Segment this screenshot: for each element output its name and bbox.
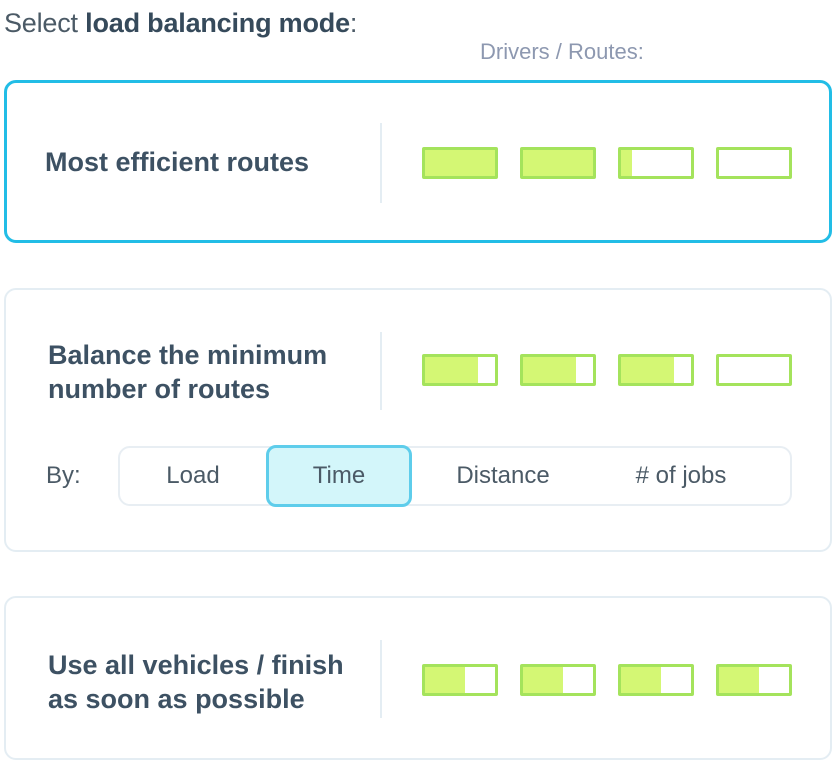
route-bar <box>618 664 694 696</box>
route-bar <box>520 664 596 696</box>
route-bar <box>422 147 498 179</box>
route-bars <box>422 354 792 386</box>
route-bar-fill <box>425 667 465 693</box>
route-bar-fill <box>719 667 759 693</box>
route-bar-fill <box>523 150 593 176</box>
route-bar-fill <box>425 150 495 176</box>
route-bar-fill <box>425 357 478 383</box>
segment-option-load[interactable]: Load <box>120 446 266 506</box>
segment-option-num-jobs[interactable]: # of jobs <box>594 446 768 506</box>
balance-by-segmented-control: Load Time Distance # of jobs <box>118 445 792 507</box>
route-bar <box>716 664 792 696</box>
route-bar <box>422 354 498 386</box>
balance-by-row: By: Load Time Distance # of jobs <box>46 445 792 507</box>
mode-card-most-efficient[interactable]: Most efficient routes <box>4 80 832 243</box>
by-label: By: <box>46 462 81 489</box>
segment-option-distance[interactable]: Distance <box>412 446 594 506</box>
mode-title: Use all vehicles / finish as soon as pos… <box>48 648 378 716</box>
mode-card-balance-minimum[interactable]: Balance the minimum number of routes By:… <box>4 288 832 552</box>
route-bar-fill <box>621 667 661 693</box>
page-heading: Select load balancing mode: <box>4 8 357 39</box>
mode-title-text: Balance the minimum number of routes <box>48 340 328 404</box>
route-bar <box>716 147 792 179</box>
divider <box>380 640 382 718</box>
route-bar-fill <box>621 357 674 383</box>
route-bar-fill <box>523 667 563 693</box>
route-bar-fill <box>523 357 576 383</box>
route-bar <box>520 147 596 179</box>
divider <box>380 123 382 203</box>
heading-bold: load balancing mode <box>85 8 350 38</box>
route-bar <box>618 354 694 386</box>
mode-title: Most efficient routes <box>45 147 310 177</box>
route-bars <box>422 147 792 179</box>
segment-option-time[interactable]: Time <box>266 445 412 507</box>
heading-suffix: : <box>349 8 358 38</box>
route-bar <box>422 664 498 696</box>
route-bar-fill <box>621 150 632 176</box>
heading-prefix: Select <box>4 8 86 38</box>
divider <box>380 332 382 410</box>
drivers-routes-label: Drivers / Routes: <box>480 39 644 64</box>
mode-title-text: Use all vehicles / finish as soon as pos… <box>48 650 344 714</box>
mode-card-use-all-vehicles[interactable]: Use all vehicles / finish as soon as pos… <box>4 596 832 760</box>
mode-title: Balance the minimum number of routes <box>48 338 358 406</box>
route-bars <box>422 664 792 696</box>
route-bar <box>618 147 694 179</box>
route-bar <box>520 354 596 386</box>
route-bar <box>716 354 792 386</box>
